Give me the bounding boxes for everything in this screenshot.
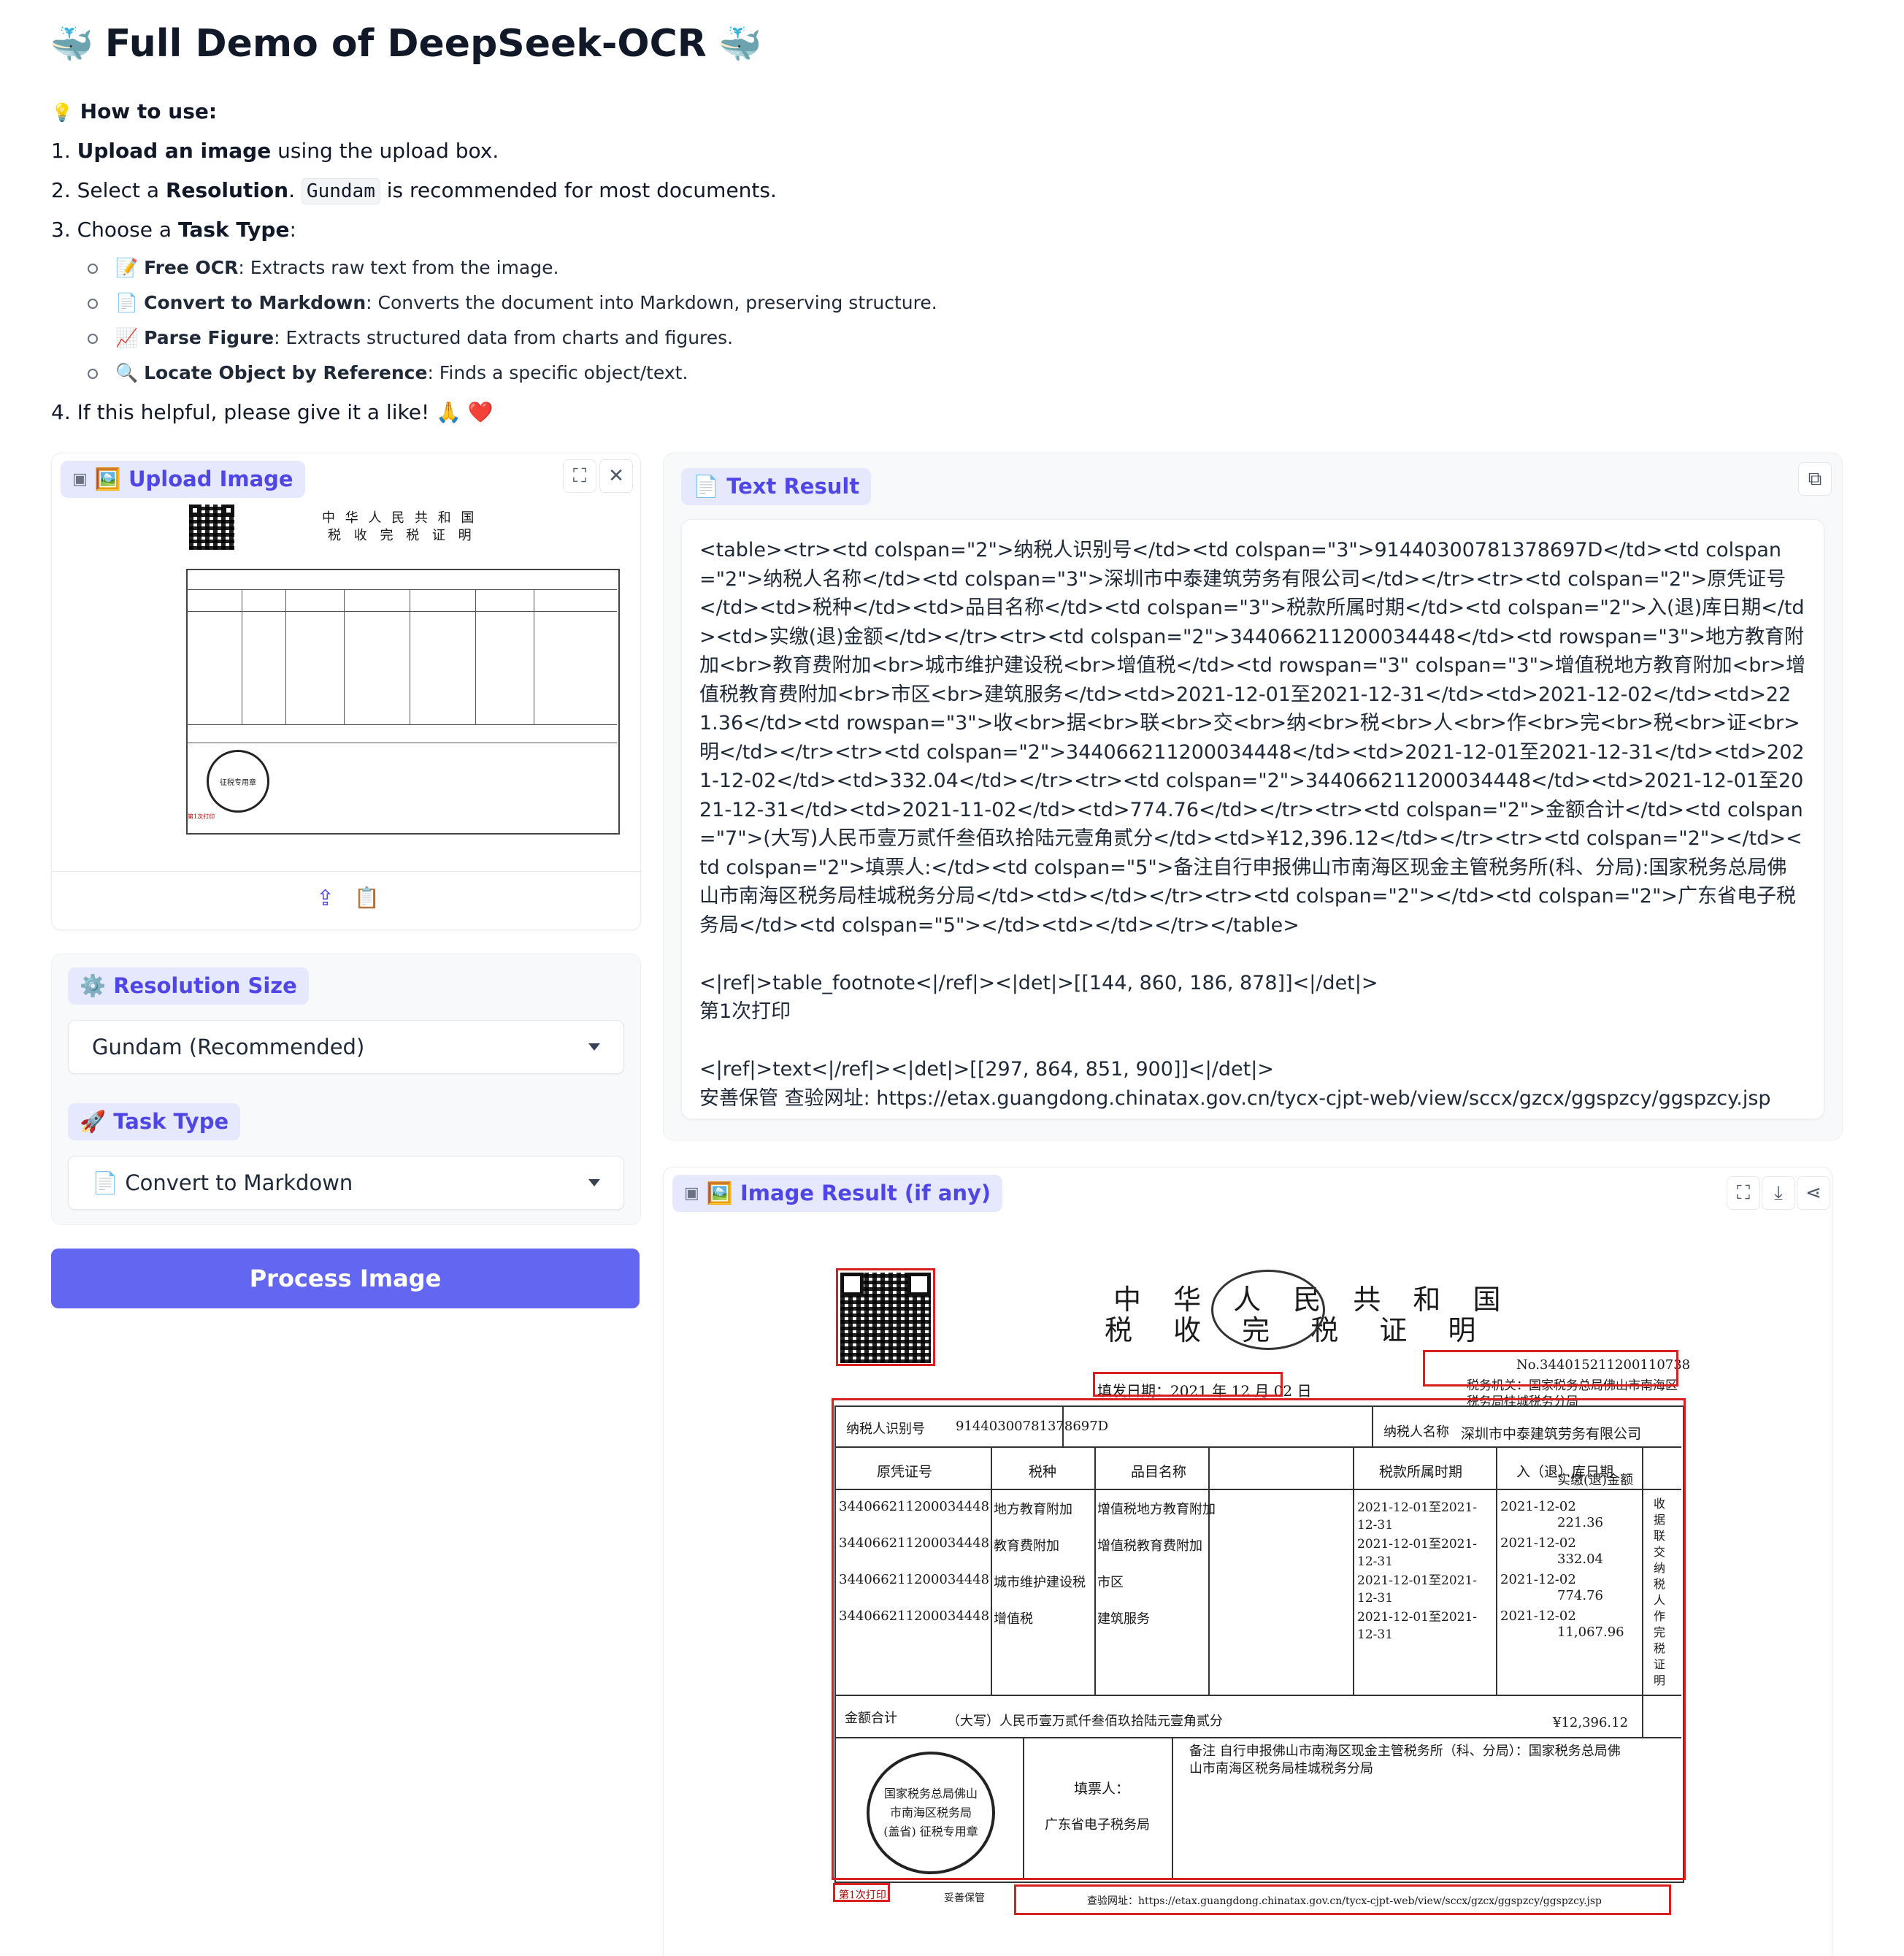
settings-panel: ⚙️ Resolution Size Gundam (Recommended) … — [51, 954, 641, 1225]
detection-box — [833, 1883, 890, 1902]
task-type-desc: : Converts the document into Markdown, p… — [366, 292, 937, 313]
step-text: If this helpful, please give it a like! … — [77, 400, 494, 424]
step-text: Choose a — [77, 218, 178, 242]
seal-icon: 征税专用章 — [207, 750, 269, 813]
qr-code-icon — [189, 505, 234, 550]
detection-box — [832, 1398, 1686, 1880]
chevron-down-icon — [588, 1179, 600, 1186]
download-icon[interactable]: ⤓ — [1762, 1176, 1795, 1210]
doc-title-line1: 中 华 人 民 共 和 国 — [322, 510, 477, 526]
task-type-label: 🚀 Task Type — [68, 1103, 241, 1140]
step-bold: Resolution — [165, 178, 289, 202]
task-type-dropdown-value: 📄 Convert to Markdown — [92, 1170, 353, 1195]
howto-heading: 💡 How to use: — [51, 99, 217, 123]
detection-box — [1093, 1372, 1283, 1397]
step-number: 4. — [51, 400, 71, 424]
task-type-item: 📄 Convert to Markdown: Converts the docu… — [88, 292, 937, 314]
bullet-icon — [88, 264, 98, 274]
image-icon: ▣ — [72, 470, 88, 488]
copy-icon[interactable]: ⧉ — [1798, 462, 1832, 496]
task-type-desc: : Finds a specific object/text. — [427, 362, 688, 383]
chart-icon: 📈 — [115, 327, 139, 348]
image-result-label-text: 🖼️ Image Result (if any) — [706, 1181, 991, 1205]
document-icon: 📄 — [115, 292, 139, 313]
step-3: 3. Choose a Task Type: — [51, 218, 296, 242]
task-type-desc: : Extracts structured data from charts a… — [274, 327, 734, 348]
detection-box — [836, 1268, 935, 1366]
task-type-item: 📈 Parse Figure: Extracts structured data… — [88, 327, 733, 349]
image-icon: ▣ — [684, 1184, 699, 1203]
step-text: Select a — [77, 178, 166, 202]
howto-label: How to use: — [80, 99, 218, 123]
page-title: 🐳 Full Demo of DeepSeek-OCR 🐳 — [50, 22, 762, 66]
doc-keep-safe: 妥善保管 — [944, 1892, 985, 1904]
step-text: using the upload box. — [271, 139, 499, 163]
doc-title-line2: 税 收 完 税 证 明 — [328, 528, 476, 543]
task-type-name: Free OCR — [144, 257, 239, 278]
whale-icon: 🐳 — [718, 23, 762, 65]
uploaded-image-preview: 中 华 人 民 共 和 国 税 收 完 税 证 明 征税专用章 第1次打印 — [125, 502, 621, 852]
upload-image-label-text: 🖼️ Upload Image — [94, 467, 293, 491]
resolution-size-label-text: ⚙️ Resolution Size — [80, 973, 297, 998]
step-4: 4. If this helpful, please give it a lik… — [51, 400, 494, 424]
image-result-label: ▣ 🖼️ Image Result (if any) — [672, 1175, 1003, 1212]
task-type-item: 🔍 Locate Object by Reference: Finds a sp… — [88, 362, 688, 384]
image-result-panel: ▣ 🖼️ Image Result (if any) ⛶ ⤓ ⋖ 中 华 人 民… — [663, 1167, 1832, 1956]
detection-box — [1014, 1884, 1671, 1915]
step-text: : — [289, 218, 296, 242]
resolution-dropdown-value: Gundam (Recommended) — [92, 1035, 365, 1059]
step-number: 2. — [51, 178, 71, 202]
task-type-name: Parse Figure — [144, 327, 275, 348]
text-result-panel: 📄 Text Result ⧉ <table><tr><td colspan="… — [663, 453, 1843, 1140]
memo-icon: 📝 — [115, 257, 139, 278]
resolution-size-label: ⚙️ Resolution Size — [68, 967, 309, 1005]
fullscreen-icon[interactable]: ⛶ — [1727, 1176, 1760, 1210]
chevron-down-icon — [588, 1043, 600, 1051]
task-type-item: 📝 Free OCR: Extracts raw text from the i… — [88, 257, 558, 279]
close-icon[interactable]: ✕ — [599, 459, 633, 493]
upload-image-panel[interactable]: ▣ 🖼️ Upload Image ⛶ ✕ 中 华 人 民 共 和 国 税 收 … — [51, 453, 641, 930]
text-result-content: <table><tr><td colspan="2">纳税人识别号</td><t… — [699, 539, 1806, 1110]
whale-icon: 🐳 — [50, 23, 93, 65]
task-type-desc: : Extracts raw text from the image. — [238, 257, 559, 278]
doc-footnote: 第1次打印 — [188, 813, 215, 820]
text-result-box[interactable]: <table><tr><td colspan="2">纳税人识别号</td><t… — [681, 519, 1824, 1119]
task-type-dropdown[interactable]: 📄 Convert to Markdown — [68, 1156, 624, 1210]
bullet-icon — [88, 369, 98, 379]
share-icon[interactable]: ⋖ — [1797, 1176, 1830, 1210]
step-1: 1. Upload an image using the upload box. — [51, 139, 499, 163]
step-text: is recommended for most documents. — [380, 178, 777, 202]
step-number: 1. — [51, 139, 71, 163]
emblem-oval — [1211, 1270, 1325, 1350]
text-result-label-text: 📄 Text Result — [693, 474, 860, 499]
bullet-icon — [88, 299, 98, 309]
task-type-name: Convert to Markdown — [144, 292, 366, 313]
process-image-button[interactable]: Process Image — [51, 1249, 640, 1308]
resolution-dropdown[interactable]: Gundam (Recommended) — [68, 1020, 624, 1074]
upload-image-label: ▣ 🖼️ Upload Image — [61, 461, 305, 498]
step-bold: Task Type — [177, 218, 290, 242]
detection-box — [1423, 1350, 1678, 1387]
lightbulb-icon: 💡 — [51, 102, 73, 123]
clipboard-icon[interactable]: 📋 — [354, 886, 380, 910]
step-number: 3. — [51, 218, 71, 242]
step-2: 2. Select a Resolution. Gundam is recomm… — [51, 178, 777, 204]
task-type-name: Locate Object by Reference — [144, 362, 428, 383]
text-result-label: 📄 Text Result — [681, 468, 872, 505]
bullet-icon — [88, 334, 98, 344]
magnifier-icon: 🔍 — [115, 362, 139, 383]
inline-code: Gundam — [301, 178, 380, 204]
task-type-label-text: 🚀 Task Type — [80, 1109, 229, 1134]
upload-icon[interactable]: ⇪ — [316, 886, 334, 911]
step-text: . — [288, 178, 302, 202]
result-document: 中 华 人 民 共 和 国 税 收 完 税 证 明 填发日期：2021 年 12… — [824, 1255, 1693, 1956]
page-title-text: Full Demo of DeepSeek-OCR — [104, 22, 707, 66]
step-bold: Upload an image — [77, 139, 272, 163]
fullscreen-icon[interactable]: ⛶ — [563, 459, 596, 493]
